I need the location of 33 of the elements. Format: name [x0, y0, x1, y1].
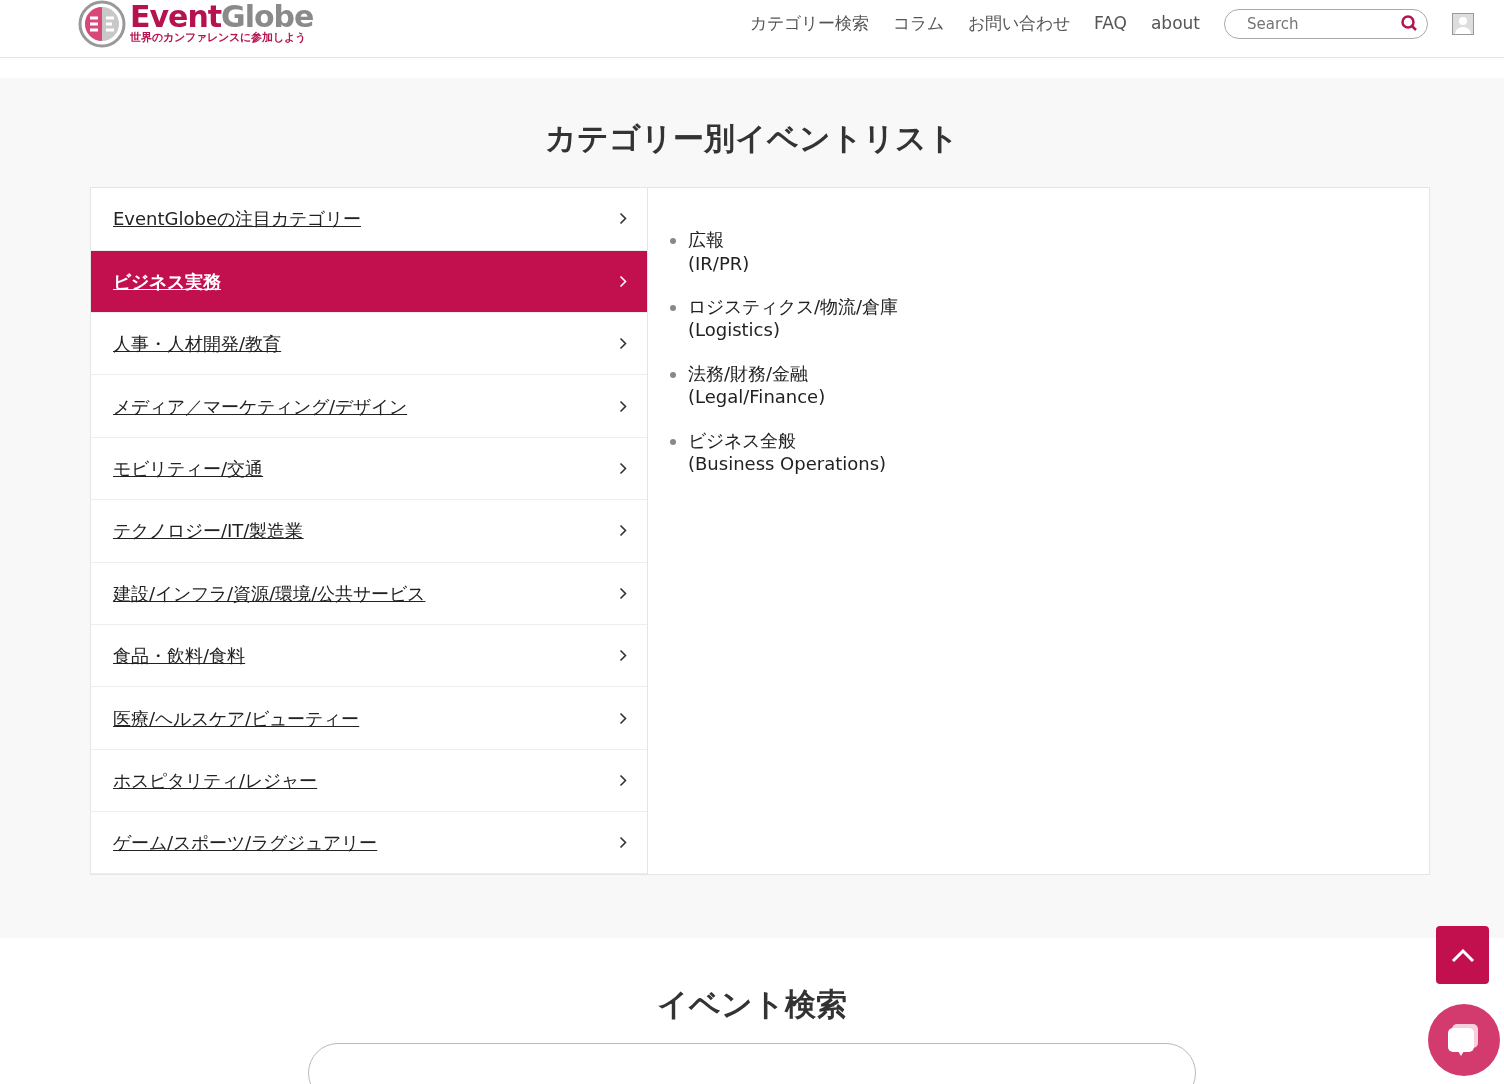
chevron-right-icon — [619, 337, 627, 351]
search-icon[interactable] — [1400, 13, 1418, 32]
bullet-icon — [670, 371, 676, 378]
bullet-icon — [670, 238, 676, 245]
subcategory-link[interactable]: 法務/財務/金融 (Legal/Finance) — [688, 361, 826, 409]
section-title: カテゴリー別イベントリスト — [544, 120, 960, 158]
search-field[interactable]: Search — [1224, 8, 1428, 39]
subcategory-link[interactable]: ビジネス全般 (Business Operations) — [688, 428, 887, 476]
chevron-right-icon — [619, 274, 627, 288]
chevron-right-icon — [619, 711, 627, 725]
section-title: イベント検索 — [656, 986, 848, 1024]
chevron-up-icon — [1450, 948, 1475, 963]
user-avatar-icon[interactable] — [1452, 12, 1474, 35]
bullet-icon — [670, 304, 676, 311]
chevron-right-icon — [619, 212, 627, 226]
chevron-right-icon — [619, 524, 627, 538]
subcategory-link[interactable]: ロジスティクス/物流/倉庫 (Logistics) — [688, 294, 899, 342]
nav-link[interactable]: about — [1150, 10, 1200, 37]
globe-logo-icon — [78, 0, 126, 48]
chevron-right-icon — [619, 836, 627, 850]
chevron-right-icon — [619, 586, 627, 600]
nav-link[interactable]: カテゴリー検索 — [750, 10, 869, 37]
nav-link[interactable]: コラム — [893, 10, 944, 37]
nav-link[interactable]: お問い合わせ — [968, 10, 1070, 37]
bullet-icon — [670, 438, 676, 445]
tagline: 世界のカンファレンスに参加しよう — [130, 32, 307, 45]
scroll-top-button[interactable] — [1436, 926, 1489, 984]
subcategory-link[interactable]: 広報 (IR/PR) — [688, 228, 750, 275]
chevron-right-icon — [619, 399, 627, 413]
chevron-right-icon — [619, 461, 627, 475]
chevron-right-icon — [619, 649, 627, 663]
chevron-right-icon — [619, 773, 627, 787]
nav-link[interactable]: FAQ — [1094, 10, 1127, 37]
